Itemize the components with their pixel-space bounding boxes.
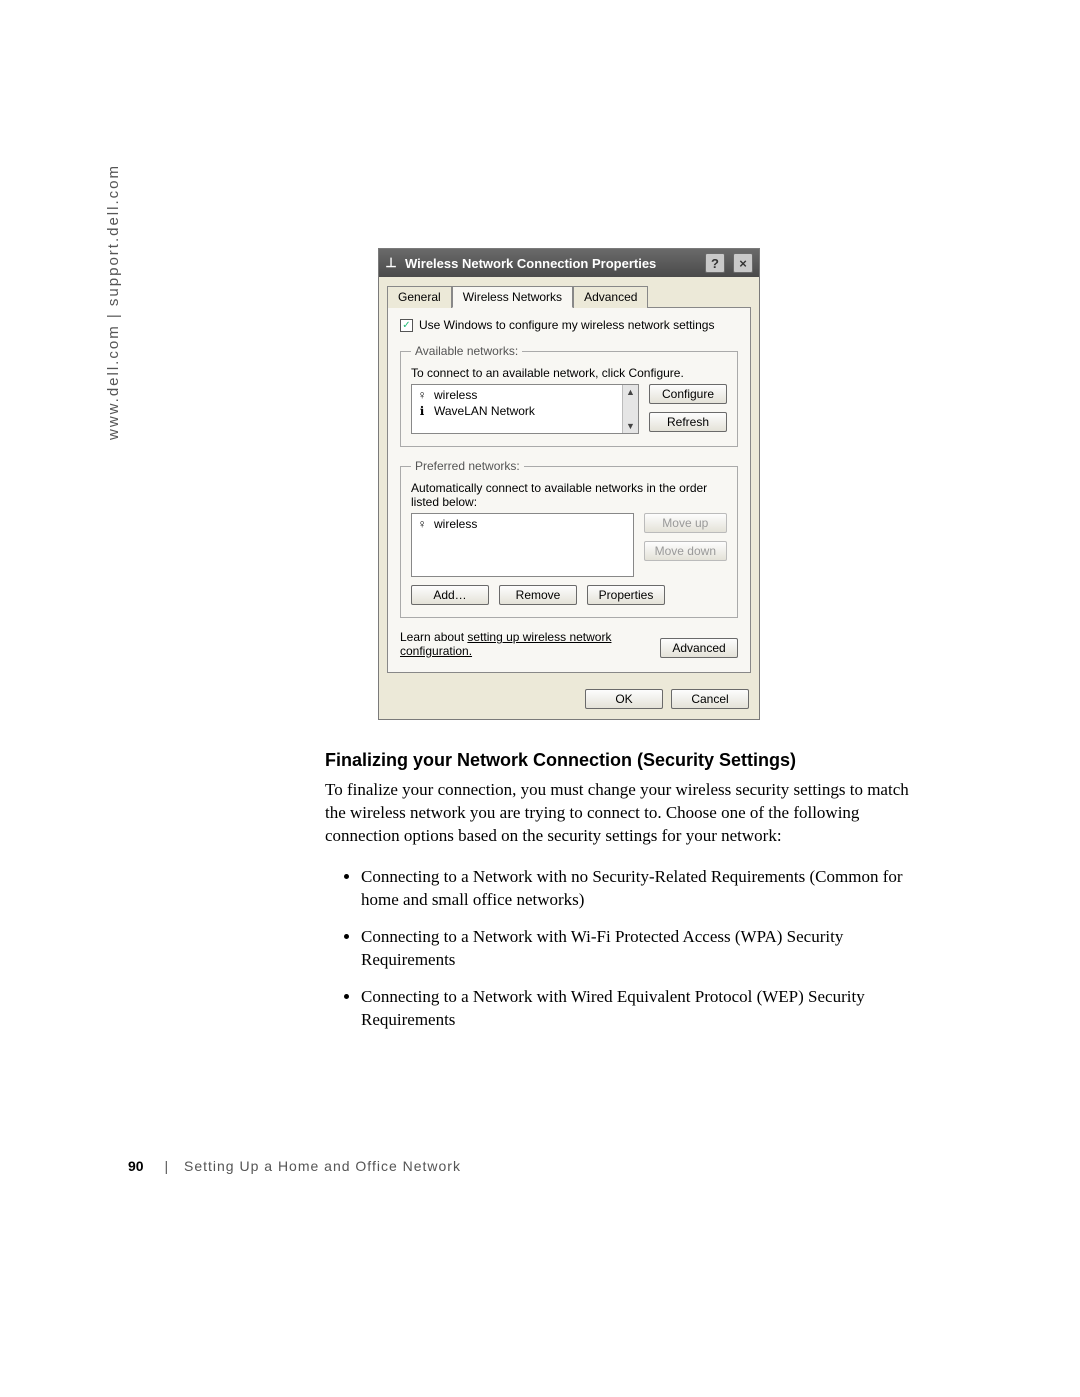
help-button[interactable]: ? <box>705 253 725 273</box>
close-button[interactable]: × <box>733 253 753 273</box>
preferred-hint: Automatically connect to available netwo… <box>411 481 727 509</box>
list-item: Connecting to a Network with Wi-Fi Prote… <box>361 926 915 972</box>
configure-button[interactable]: Configure <box>649 384 727 404</box>
tab-panel-wireless: ✓ Use Windows to configure my wireless n… <box>387 307 751 673</box>
chapter-title: Setting Up a Home and Office Network <box>184 1158 461 1174</box>
page: www.dell.com | support.dell.com ⊥ Wirele… <box>0 0 1080 1397</box>
ok-button[interactable]: OK <box>585 689 663 709</box>
properties-button[interactable]: Properties <box>587 585 665 605</box>
network-name: wireless <box>434 388 477 402</box>
list-item: Connecting to a Network with Wired Equiv… <box>361 986 915 1032</box>
advanced-button[interactable]: Advanced <box>660 638 738 658</box>
cancel-button[interactable]: Cancel <box>671 689 749 709</box>
preferred-networks-list[interactable]: ♀ wireless <box>411 513 634 577</box>
add-button[interactable]: Add… <box>411 585 489 605</box>
tab-bar: General Wireless Networks Advanced <box>379 277 759 307</box>
scroll-down-icon[interactable]: ▼ <box>623 419 638 433</box>
available-legend: Available networks: <box>411 344 522 358</box>
refresh-button[interactable]: Refresh <box>649 412 727 432</box>
antenna-icon: ℹ <box>416 404 428 418</box>
available-networks-group: Available networks: To connect to an ava… <box>400 344 738 447</box>
move-up-button[interactable]: Move up <box>644 513 727 533</box>
available-networks-list[interactable]: ♀ wireless ℹ WaveLAN Network ▲ ▼ <box>411 384 639 434</box>
list-item: Connecting to a Network with no Security… <box>361 866 915 912</box>
learn-row: Learn about setting up wireless network … <box>400 630 738 658</box>
preferred-legend: Preferred networks: <box>411 459 524 473</box>
scroll-up-icon[interactable]: ▲ <box>623 385 638 399</box>
dialog-title: Wireless Network Connection Properties <box>405 256 656 271</box>
tab-advanced[interactable]: Advanced <box>573 286 648 308</box>
tab-wireless-networks[interactable]: Wireless Networks <box>452 286 573 308</box>
list-item[interactable]: ℹ WaveLAN Network <box>414 403 620 419</box>
section-paragraph: To finalize your connection, you must ch… <box>325 779 915 848</box>
connection-icon: ⊥ <box>385 255 397 271</box>
preferred-networks-group: Preferred networks: Automatically connec… <box>400 459 738 618</box>
learn-text: Learn about setting up wireless network … <box>400 630 630 658</box>
bullet-list: Connecting to a Network with no Security… <box>325 866 915 1032</box>
move-down-button[interactable]: Move down <box>644 541 727 561</box>
wireless-properties-dialog: ⊥ Wireless Network Connection Properties… <box>378 248 760 720</box>
use-windows-row: ✓ Use Windows to configure my wireless n… <box>400 318 738 332</box>
list-item[interactable]: ♀ wireless <box>414 516 631 532</box>
side-url-text: www.dell.com | support.dell.com <box>105 164 122 440</box>
available-hint: To connect to an available network, clic… <box>411 366 727 380</box>
remove-button[interactable]: Remove <box>499 585 577 605</box>
network-name: WaveLAN Network <box>434 404 535 418</box>
page-number: 90 <box>128 1158 144 1174</box>
dialog-footer-buttons: OK Cancel <box>379 681 759 719</box>
section-heading: Finalizing your Network Connection (Secu… <box>325 750 915 771</box>
network-name: wireless <box>434 517 477 531</box>
page-footer: 90 | Setting Up a Home and Office Networ… <box>128 1158 461 1174</box>
titlebar: ⊥ Wireless Network Connection Properties… <box>379 249 759 277</box>
tab-general[interactable]: General <box>387 286 452 308</box>
antenna-icon: ♀ <box>416 388 428 402</box>
list-item[interactable]: ♀ wireless <box>414 387 620 403</box>
use-windows-label: Use Windows to configure my wireless net… <box>419 318 714 332</box>
learn-prefix: Learn about <box>400 630 467 644</box>
antenna-icon: ♀ <box>416 517 428 531</box>
scrollbar[interactable]: ▲ ▼ <box>622 385 638 433</box>
body-text: Finalizing your Network Connection (Secu… <box>325 750 915 1045</box>
use-windows-checkbox[interactable]: ✓ <box>400 319 413 332</box>
